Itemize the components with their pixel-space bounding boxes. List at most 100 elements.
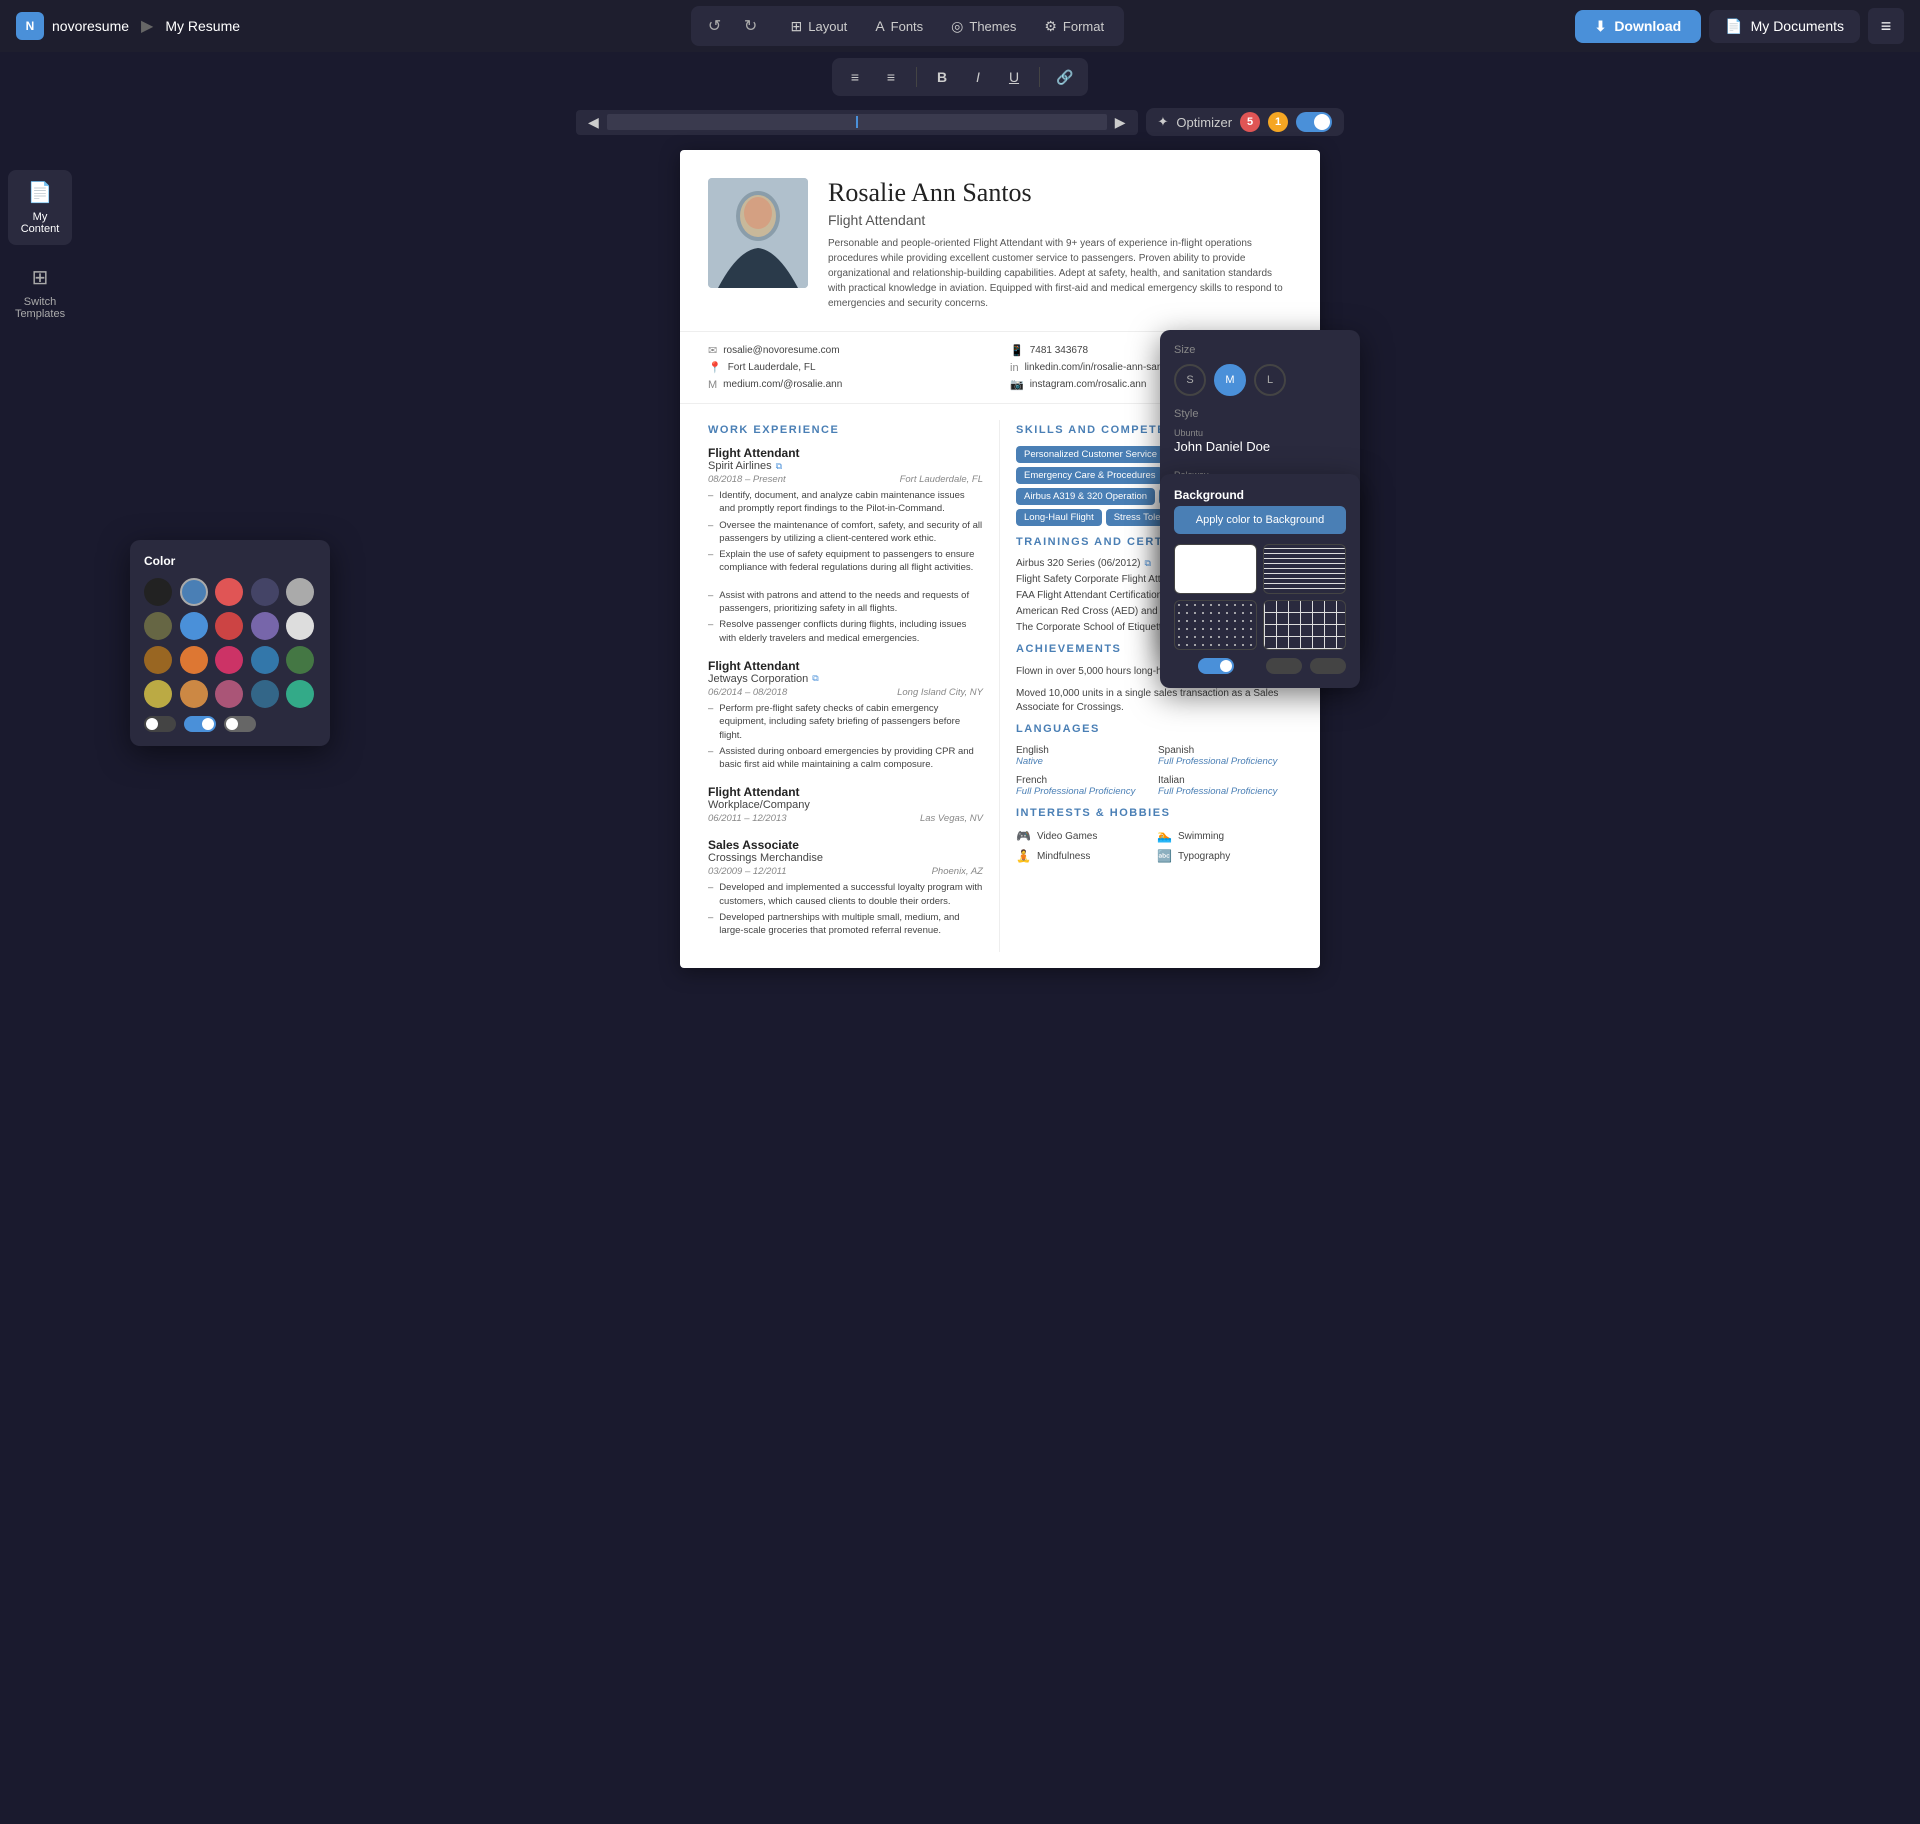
color-swatch[interactable] [144, 680, 172, 708]
canvas-area: Rosalie Ann Santos Flight Attendant Pers… [80, 150, 1920, 968]
size-l-button[interactable]: L [1254, 364, 1286, 396]
docs-icon: 📄 [1725, 18, 1742, 35]
bg-grid-swatch[interactable] [1263, 600, 1346, 650]
color-toggle-3[interactable] [224, 716, 256, 732]
color-swatch[interactable] [180, 612, 208, 640]
fonts-button[interactable]: A Fonts [863, 12, 935, 40]
color-swatch[interactable] [286, 612, 314, 640]
color-swatch[interactable] [144, 646, 172, 674]
resume-photo [708, 178, 808, 288]
color-swatch[interactable] [251, 612, 279, 640]
ruler-right-arrow[interactable]: ▶ [1111, 114, 1130, 131]
color-swatch[interactable] [180, 680, 208, 708]
ruler-left-arrow[interactable]: ◀ [584, 114, 603, 131]
bg-dots-swatch[interactable] [1174, 600, 1257, 650]
bold-button[interactable]: B [927, 62, 957, 92]
optimizer-badge-yellow: 1 [1268, 112, 1288, 132]
work-bullets-1: –Identify, document, and analyze cabin m… [708, 489, 983, 575]
my-content-icon: 📄 [28, 180, 53, 205]
format-separator [916, 67, 917, 87]
align-left-button[interactable]: ≡ [840, 62, 870, 92]
nav-right: ⬇ Download 📄 My Documents ≡ [1575, 8, 1904, 44]
work-dates-1: 08/2018 – Present Fort Lauderdale, FL [708, 474, 983, 485]
email-icon: ✉ [708, 344, 717, 357]
themes-button[interactable]: ◎ Themes [939, 12, 1028, 41]
redo-button[interactable]: ↻ [735, 10, 767, 42]
fonts-icon: A [875, 18, 884, 34]
external-link-icon-2: ⧉ [812, 673, 818, 684]
color-swatch[interactable] [286, 680, 314, 708]
undo-button[interactable]: ↺ [699, 10, 731, 42]
color-swatch[interactable] [180, 646, 208, 674]
skill-tag: Personalized Customer Service [1016, 446, 1165, 463]
font-option-ubuntu[interactable]: Ubuntu John Daniel Doe [1174, 428, 1346, 462]
format-toolbar: ≡ ≡ B I U 🔗 [0, 52, 1920, 102]
bg-plain-swatch[interactable] [1174, 544, 1257, 594]
job-title-4: Flight Attendant [708, 785, 983, 799]
bg-toggle-inactive-2[interactable] [1310, 658, 1346, 674]
bullet: –Identify, document, and analyze cabin m… [708, 489, 983, 516]
contact-location: 📍 Fort Lauderdale, FL [708, 361, 990, 374]
size-s-button[interactable]: S [1174, 364, 1206, 396]
work-bullets-3: –Perform pre-flight safety checks of cab… [708, 702, 983, 771]
company-5: Crossings Merchandise [708, 852, 983, 864]
job-title-3: Flight Attendant [708, 659, 983, 673]
layout-button[interactable]: ⊞ Layout [779, 12, 860, 41]
bullet: –Assisted during onboard emergencies by … [708, 745, 983, 772]
color-toggle-2[interactable] [184, 716, 216, 732]
optimizer-toggle[interactable] [1296, 112, 1332, 132]
color-swatch[interactable] [286, 578, 314, 606]
color-toggles [144, 716, 316, 732]
color-toggle-1[interactable] [144, 716, 176, 732]
underline-button[interactable]: U [999, 62, 1029, 92]
apply-color-button[interactable]: Apply color to Background [1174, 506, 1346, 534]
format-icon: ⚙ [1044, 18, 1057, 35]
link-button[interactable]: 🔗 [1050, 62, 1080, 92]
work-item-4: Flight Attendant Workplace/Company 06/20… [708, 785, 983, 824]
hobby-item: 🏊 Swimming [1157, 829, 1292, 843]
bg-toggle-inactive-1[interactable] [1266, 658, 1302, 674]
color-swatch[interactable] [215, 612, 243, 640]
menu-button[interactable]: ≡ [1868, 8, 1904, 44]
sidebar-item-switch-templates[interactable]: ⊞ Switch Templates [8, 255, 72, 330]
sidebar-item-my-content[interactable]: 📄 My Content [8, 170, 72, 245]
top-navigation: N novoresume ▶ My Resume ↺ ↻ ⊞ Layout A … [0, 0, 1920, 52]
work-dates-5: 03/2009 – 12/2011 Phoenix, AZ [708, 866, 983, 877]
bg-lines-swatch[interactable] [1263, 544, 1346, 594]
download-button[interactable]: ⬇ Download [1575, 10, 1702, 43]
work-experience-title: WORK EXPERIENCE [708, 424, 983, 436]
color-swatch[interactable] [251, 680, 279, 708]
logo-icon: N [16, 12, 44, 40]
align-center-button[interactable]: ≡ [876, 62, 906, 92]
color-swatch[interactable] [144, 612, 172, 640]
cert-link-icon: ⧉ [1145, 558, 1151, 569]
format-button[interactable]: ⚙ Format [1032, 12, 1116, 41]
download-icon: ⬇ [1595, 18, 1607, 35]
work-bullets-2: –Assist with patrons and attend to the n… [708, 589, 983, 645]
format-toolbar-inner: ≡ ≡ B I U 🔗 [832, 58, 1088, 96]
color-swatch[interactable] [215, 646, 243, 674]
size-panel-label: Size [1174, 344, 1346, 356]
color-swatch[interactable] [286, 646, 314, 674]
color-swatch[interactable] [215, 680, 243, 708]
color-swatch[interactable] [215, 578, 243, 606]
switch-templates-icon: ⊞ [32, 265, 49, 290]
color-grid [144, 578, 316, 708]
italic-button[interactable]: I [963, 62, 993, 92]
bg-toggle-active[interactable] [1198, 658, 1234, 674]
color-swatch[interactable] [251, 646, 279, 674]
resume-name: Rosalie Ann Santos [828, 178, 1292, 208]
size-m-button[interactable]: M [1214, 364, 1246, 396]
color-swatch[interactable] [251, 578, 279, 606]
language-item: Spanish Full Professional Proficiency [1158, 745, 1292, 767]
logo-area: N novoresume [16, 12, 129, 40]
color-swatch[interactable] [180, 578, 208, 606]
work-item-5: Sales Associate Crossings Merchandise 03… [708, 838, 983, 937]
work-bullets-5: –Developed and implemented a successful … [708, 881, 983, 937]
ruler-line [607, 114, 1107, 130]
optimizer-button[interactable]: ✦ Optimizer 5 1 [1146, 108, 1345, 136]
hobbies-grid: 🎮 Video Games 🏊 Swimming 🧘 Mindfulness [1016, 829, 1292, 863]
typography-icon: 🔤 [1157, 849, 1172, 863]
my-documents-button[interactable]: 📄 My Documents [1709, 10, 1860, 43]
color-swatch[interactable] [144, 578, 172, 606]
